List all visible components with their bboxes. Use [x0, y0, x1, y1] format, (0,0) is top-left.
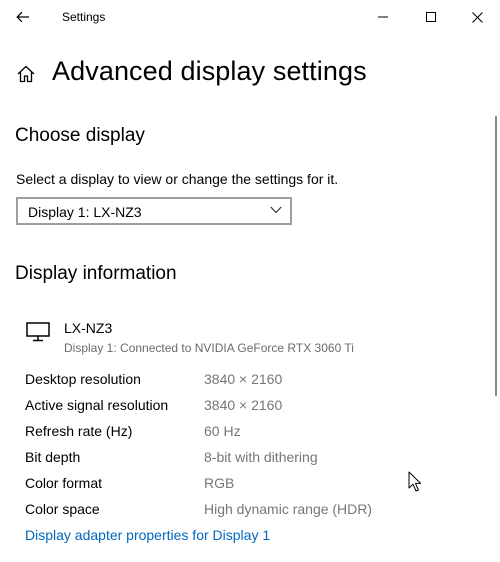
minimize-icon [378, 16, 388, 18]
active-signal-resolution-label: Active signal resolution [25, 397, 169, 413]
title-bar: Settings [0, 0, 500, 34]
desktop-resolution-label: Desktop resolution [25, 371, 141, 387]
close-icon [471, 11, 483, 23]
active-signal-resolution-value: 3840 × 2160 [204, 397, 283, 413]
monitor-connection: Display 1: Connected to NVIDIA GeForce R… [64, 341, 354, 355]
close-button[interactable] [454, 0, 500, 34]
display-select[interactable]: Display 1: LX-NZ3 [16, 197, 292, 225]
color-format-value: RGB [204, 475, 235, 491]
display-adapter-properties-link[interactable]: Display adapter properties for Display 1 [25, 527, 270, 543]
refresh-rate-label: Refresh rate (Hz) [25, 423, 133, 439]
color-space-label: Color space [25, 501, 100, 517]
color-space-value: High dynamic range (HDR) [204, 501, 373, 517]
color-format-label: Color format [25, 475, 103, 491]
chevron-down-icon [270, 206, 282, 214]
home-icon[interactable] [16, 64, 36, 84]
maximize-icon [426, 12, 436, 22]
choose-display-description: Select a display to view or change the s… [16, 171, 339, 187]
back-arrow-icon [16, 11, 29, 23]
monitor-icon [26, 322, 50, 342]
bit-depth-label: Bit depth [25, 449, 81, 465]
page-title: Advanced display settings [52, 56, 367, 86]
minimize-button[interactable] [360, 0, 406, 34]
monitor-name: LX-NZ3 [64, 320, 113, 336]
display-information-heading: Display information [15, 263, 177, 284]
back-button[interactable] [8, 3, 38, 31]
window-title: Settings [62, 10, 106, 24]
mouse-cursor-icon [408, 471, 422, 492]
choose-display-heading: Choose display [15, 125, 145, 146]
maximize-button[interactable] [408, 0, 454, 34]
display-select-value: Display 1: LX-NZ3 [28, 204, 142, 220]
desktop-resolution-value: 3840 × 2160 [204, 371, 283, 387]
scrollbar[interactable] [495, 116, 497, 396]
refresh-rate-value: 60 Hz [204, 423, 241, 439]
bit-depth-value: 8-bit with dithering [204, 449, 318, 465]
